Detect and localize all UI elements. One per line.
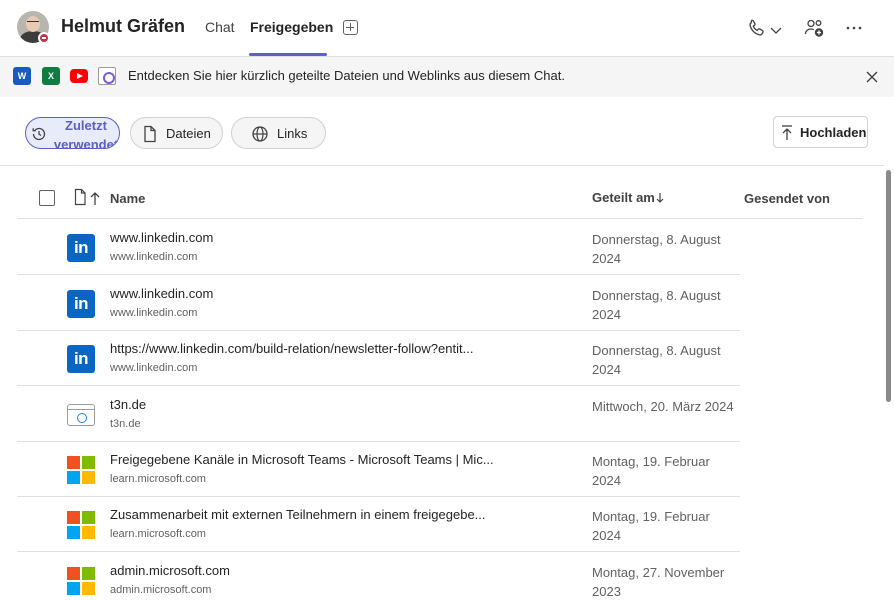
link-domain: www.linkedin.com (110, 251, 198, 263)
link-domain: www.linkedin.com (110, 307, 198, 319)
column-header-shared-on-label: Geteilt am (592, 190, 655, 205)
word-icon: W (13, 67, 31, 85)
add-tab-icon[interactable] (343, 20, 358, 35)
upload-label: Hochladen (800, 125, 867, 140)
link-title[interactable]: https://www.linkedin.com/build-relation/… (110, 341, 473, 356)
link-title[interactable]: Freigegebene Kanäle in Microsoft Teams -… (110, 452, 494, 467)
link-title[interactable]: Zusammenarbeit mit externen Teilnehmern … (110, 507, 486, 522)
loop-icon (98, 67, 116, 85)
chat-title[interactable]: Helmut Gräfen (61, 16, 185, 37)
shared-date: Donnerstag, 8. August 2024 (592, 232, 721, 266)
filter-files-label: Dateien (166, 126, 211, 141)
filter-files-button[interactable]: Dateien (130, 117, 223, 149)
shared-date: Mittwoch, 20. März 2024 (592, 399, 734, 414)
shared-date: Donnerstag, 8. August 2024 (592, 343, 721, 377)
microsoft-icon (67, 456, 95, 484)
filter-links-button[interactable]: Links (231, 117, 326, 149)
divider (0, 165, 884, 166)
filter-recent-button[interactable]: Zuletzt verwendet (25, 117, 120, 149)
banner-text: Entdecken Sie hier kürzlich geteilte Dat… (128, 68, 565, 83)
avatar-glasses (27, 21, 39, 24)
column-header-sent-by[interactable]: Gesendet von (744, 191, 830, 206)
document-icon (144, 125, 156, 143)
linkedin-icon: in (67, 234, 95, 262)
table-row[interactable]: in www.linkedin.com www.linkedin.com Don… (0, 219, 740, 275)
linkedin-icon: in (67, 345, 95, 373)
shared-date: Montag, 27. November 2023 (592, 565, 725, 599)
shared-date: Montag, 19. Februar 2024 (592, 454, 710, 488)
shared-date: Montag, 19. Februar 2024 (592, 509, 710, 543)
microsoft-icon (67, 567, 95, 595)
call-icon[interactable] (744, 16, 768, 40)
table-row[interactable]: t3n.de t3n.de Mittwoch, 20. März 2024 (0, 386, 740, 442)
link-title[interactable]: www.linkedin.com (110, 230, 213, 245)
chat-header: Helmut Gräfen Chat Freigegeben (0, 0, 894, 57)
shared-date: Donnerstag, 8. August 2024 (592, 288, 721, 322)
avatar-face (26, 16, 40, 32)
link-title[interactable]: admin.microsoft.com (110, 563, 230, 578)
link-domain: t3n.de (110, 418, 141, 430)
excel-icon: X (42, 67, 60, 85)
file-type-sort-icon[interactable] (74, 188, 104, 208)
link-title[interactable]: www.linkedin.com (110, 286, 213, 301)
web-page-icon (67, 404, 95, 426)
link-domain: learn.microsoft.com (110, 473, 206, 485)
upload-icon (782, 125, 792, 140)
close-icon[interactable] (864, 69, 880, 85)
sort-descending-icon (656, 193, 664, 203)
table-row[interactable]: admin.microsoft.com admin.microsoft.com … (0, 552, 740, 600)
more-icon[interactable] (842, 16, 866, 40)
select-all-checkbox[interactable] (39, 190, 55, 206)
table-row[interactable]: Freigegebene Kanäle in Microsoft Teams -… (0, 441, 740, 497)
table-row[interactable]: Zusammenarbeit mit externen Teilnehmern … (0, 496, 740, 552)
link-domain: admin.microsoft.com (110, 584, 212, 596)
filter-links-label: Links (277, 126, 308, 141)
table-row[interactable]: in https://www.linkedin.com/build-relati… (0, 330, 740, 386)
vertical-scrollbar[interactable] (886, 170, 891, 402)
link-domain: learn.microsoft.com (110, 528, 206, 540)
microsoft-icon (67, 511, 95, 539)
history-icon (32, 127, 46, 141)
add-people-icon[interactable] (802, 16, 826, 40)
globe-icon (252, 126, 268, 142)
column-header-name[interactable]: Name (110, 191, 145, 206)
presence-busy-icon (38, 32, 50, 44)
filter-recent-label: Zuletzt verwendet (53, 118, 119, 149)
link-title[interactable]: t3n.de (110, 397, 146, 412)
chevron-down-icon[interactable] (768, 18, 784, 42)
linkedin-icon: in (67, 290, 95, 318)
active-tab-indicator (249, 53, 327, 56)
column-header-shared-on[interactable]: Geteilt am (592, 190, 665, 205)
info-banner: W X Entdecken Sie hier kürzlich geteilte… (0, 57, 894, 97)
link-domain: www.linkedin.com (110, 362, 198, 374)
tab-chat[interactable]: Chat (205, 19, 235, 35)
youtube-icon (70, 69, 88, 83)
tab-shared[interactable]: Freigegeben (250, 19, 333, 35)
table-row[interactable]: in www.linkedin.com www.linkedin.com Don… (0, 275, 740, 331)
upload-button[interactable]: Hochladen (773, 116, 868, 148)
